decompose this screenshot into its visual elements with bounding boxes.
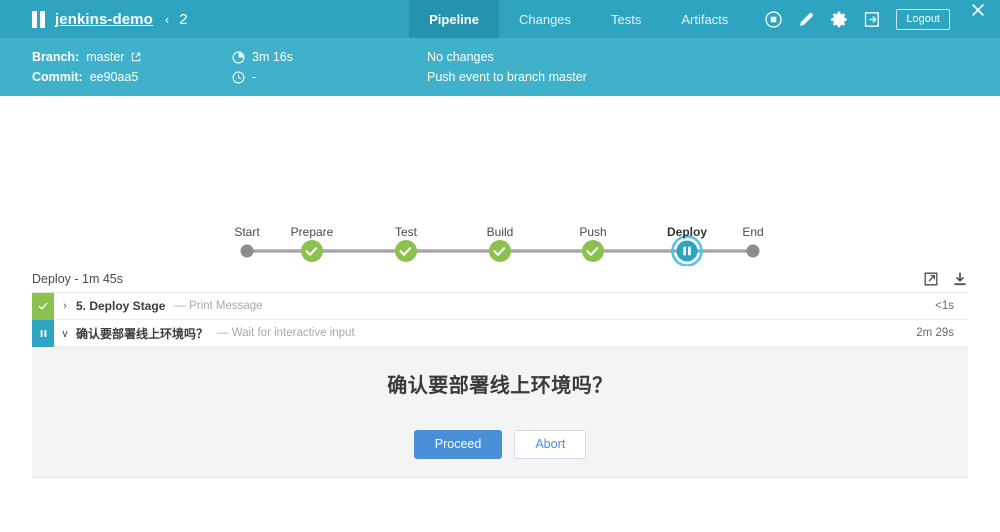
branch-label: Branch: — [32, 51, 79, 64]
stage-label-deploy: Deploy — [667, 225, 707, 239]
abort-button[interactable]: Abort — [514, 430, 586, 459]
stage-label-build: Build — [487, 225, 514, 239]
clock-row: - — [232, 71, 427, 84]
stage-node-build[interactable] — [489, 240, 511, 262]
step-subtitle: — Wait for interactive input — [217, 327, 355, 339]
pause-icon — [32, 11, 45, 28]
record-icon[interactable] — [764, 10, 783, 29]
step-collapse-caret[interactable]: ∨ — [54, 327, 76, 340]
project-link[interactable]: jenkins-demo — [55, 11, 153, 28]
header-actions: Logout — [748, 0, 964, 38]
run-number: 2 — [179, 11, 187, 28]
pipeline-graph: Start Prepare Test Build Push Deploy End — [0, 96, 1000, 266]
cause-row: Push event to branch master — [427, 71, 1000, 84]
login-icon[interactable] — [863, 10, 882, 29]
stage-label-end: End — [742, 225, 763, 239]
commit-row: Commit: ee90aa5 — [32, 71, 232, 84]
stage-node-start[interactable] — [241, 245, 254, 258]
run-metadata-bar: Branch: master Commit: ee90aa5 3m 16s — [0, 38, 1000, 96]
results-header: Deploy - 1m 45s — [32, 266, 968, 292]
duration-row: 3m 16s — [232, 51, 427, 64]
stage-node-push[interactable] — [582, 240, 604, 262]
tab-tests[interactable]: Tests — [591, 0, 661, 38]
branch-row: Branch: master — [32, 51, 232, 64]
check-icon — [37, 300, 49, 312]
changes-text: No changes — [427, 51, 494, 64]
gear-icon[interactable] — [830, 10, 849, 29]
commit-value: ee90aa5 — [90, 71, 139, 84]
clock-value: - — [252, 71, 256, 84]
step-subtitle: — Print Message — [174, 300, 262, 312]
step-row[interactable]: › 5. Deploy Stage — Print Message <1s — [32, 293, 968, 320]
meta-column-cause: No changes Push event to branch master — [427, 51, 1000, 83]
stage-results: Deploy - 1m 45s › 5. Deploy Stage — Prin… — [32, 266, 968, 478]
stage-node-test[interactable] — [395, 240, 417, 262]
step-expand-caret[interactable]: › — [54, 300, 76, 312]
step-title: 5. Deploy Stage — [76, 299, 165, 313]
external-link-icon[interactable] — [131, 52, 141, 62]
clock-icon — [232, 71, 245, 84]
commit-label: Commit: — [32, 71, 83, 84]
input-prompt-actions: Proceed Abort — [414, 430, 586, 459]
results-title: Deploy - 1m 45s — [32, 272, 123, 286]
stage-label-push: Push — [579, 225, 606, 239]
step-status-success-icon — [32, 293, 54, 320]
input-prompt-message: 确认要部署线上环境吗？ — [387, 369, 613, 398]
step-title: 确认要部署线上环境吗？ — [76, 325, 208, 342]
pause-icon — [38, 328, 49, 339]
step-duration: 2m 29s — [916, 327, 968, 339]
stage-node-deploy[interactable] — [673, 237, 702, 266]
branch-value: master — [86, 51, 124, 64]
edit-icon[interactable] — [797, 10, 816, 29]
step-status-paused-icon — [32, 320, 54, 347]
changes-row: No changes — [427, 51, 1000, 64]
stage-node-prepare[interactable] — [301, 240, 323, 262]
stage-label-test: Test — [395, 225, 417, 239]
input-prompt-panel: 确认要部署线上环境吗？ Proceed Abort — [32, 347, 968, 478]
nav-tabs: Pipeline Changes Tests Artifacts — [409, 0, 748, 38]
app-header: jenkins-demo ‹ 2 Pipeline Changes Tests … — [0, 0, 1000, 38]
stage-label-prepare: Prepare — [291, 225, 334, 239]
step-duration: <1s — [935, 300, 968, 312]
pipeline-graph-svg — [0, 96, 1000, 266]
meta-column-source: Branch: master Commit: ee90aa5 — [32, 51, 232, 83]
chevron-left-icon: ‹ — [165, 12, 169, 27]
download-icon[interactable] — [952, 271, 968, 287]
duration-icon — [232, 51, 245, 64]
stage-label-start: Start — [234, 225, 259, 239]
tab-pipeline[interactable]: Pipeline — [409, 0, 499, 38]
close-icon[interactable] — [968, 0, 988, 20]
duration-value: 3m 16s — [252, 51, 293, 64]
meta-column-timing: 3m 16s - — [232, 51, 427, 84]
tab-artifacts[interactable]: Artifacts — [661, 0, 748, 38]
stage-node-end[interactable] — [747, 245, 760, 258]
tab-changes[interactable]: Changes — [499, 0, 591, 38]
header-spacer — [188, 0, 410, 38]
cause-text: Push event to branch master — [427, 71, 587, 84]
open-external-icon[interactable] — [923, 271, 939, 287]
logout-button[interactable]: Logout — [896, 9, 950, 30]
step-list: › 5. Deploy Stage — Print Message <1s ∨ … — [32, 292, 968, 478]
step-row[interactable]: ∨ 确认要部署线上环境吗？ — Wait for interactive inp… — [32, 320, 968, 347]
brand-block: jenkins-demo ‹ 2 — [0, 0, 188, 38]
proceed-button[interactable]: Proceed — [414, 430, 503, 459]
